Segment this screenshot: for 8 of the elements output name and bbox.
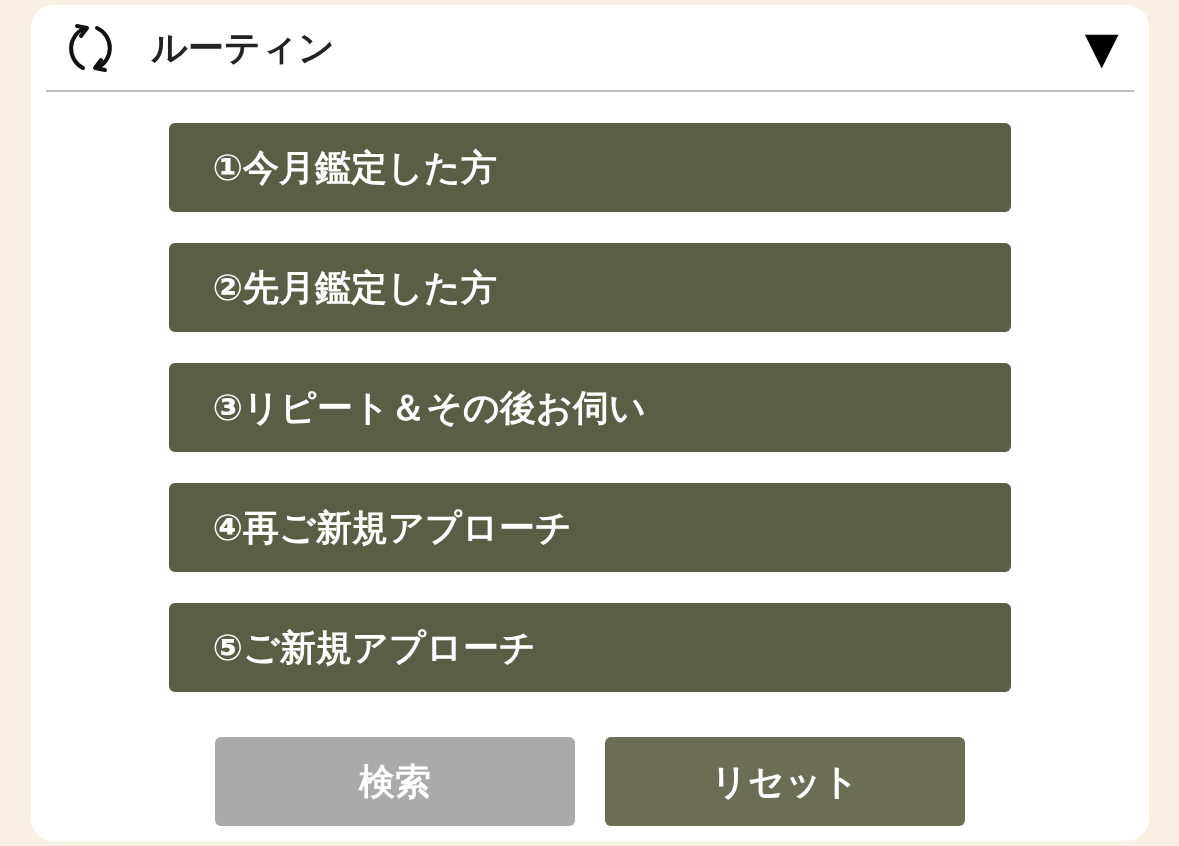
routine-button[interactable]: ③リピート＆その後お伺い [168,363,1011,452]
routine-button[interactable]: ①今月鑑定した方 [168,123,1011,212]
routine-button[interactable]: ②先月鑑定した方 [168,243,1011,332]
reset-button[interactable]: リセット [604,737,965,826]
routine-button[interactable]: ④再ご新規アプローチ [168,483,1011,572]
panel-title: ルーティン [150,25,335,70]
routine-button[interactable]: ⑤ご新規アプローチ [168,603,1011,692]
collapse-toggle[interactable]: ▼ [1084,25,1119,70]
